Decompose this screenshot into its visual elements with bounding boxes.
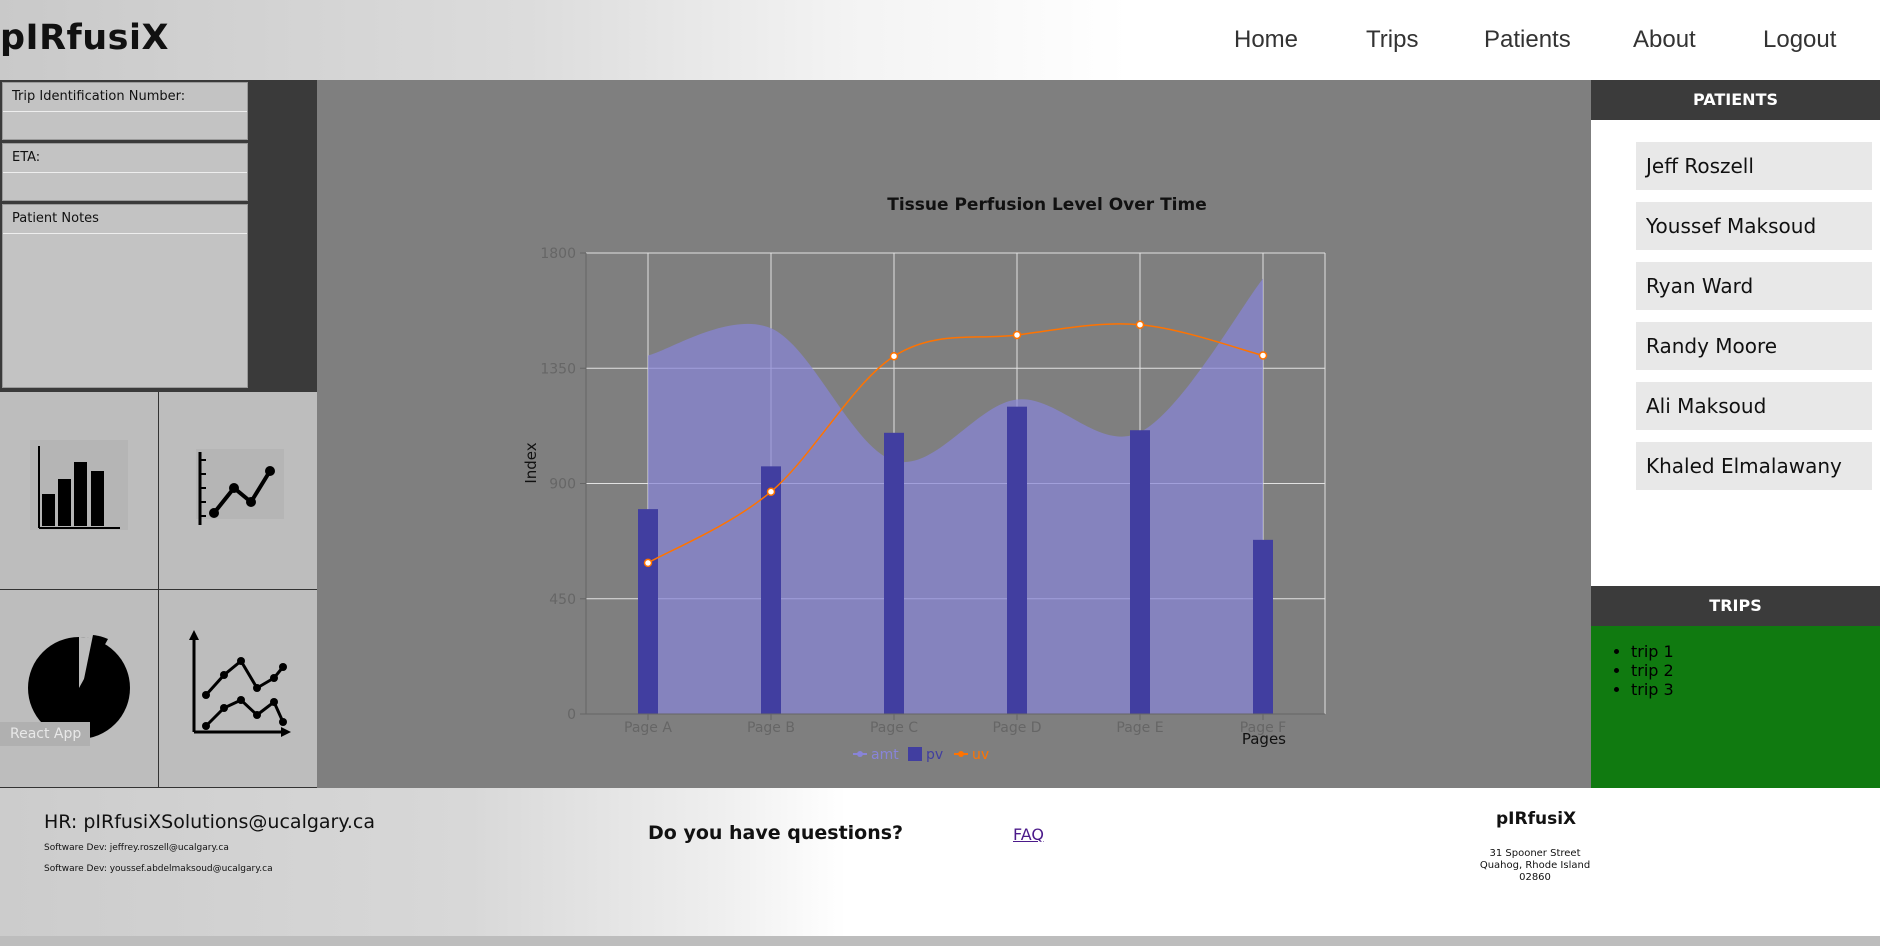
x-tick-label: Page A xyxy=(624,720,672,736)
footer-address-line-1: 31 Spooner Street xyxy=(1489,848,1581,859)
chart-legend: amt pv uv xyxy=(853,747,989,763)
footer-brand: pIRfusiX xyxy=(1496,809,1577,829)
right-sidebar: PATIENTS Jeff Roszell Youssef Maksoud Ry… xyxy=(1591,80,1880,788)
legend-marker-uv xyxy=(958,751,964,757)
bar-pv-2 xyxy=(761,466,781,714)
eta-input-line xyxy=(3,172,247,173)
line-chart-option[interactable] xyxy=(159,392,318,590)
trip-info-form: Trip Identification Number: ETA: Patient… xyxy=(0,80,317,392)
nav-patients-link[interactable]: Patients xyxy=(1484,26,1571,54)
eta-field[interactable]: ETA: xyxy=(2,143,248,201)
x-tick-label: Page C xyxy=(870,720,918,736)
legend-swatch-pv xyxy=(908,747,922,761)
react-app-tooltip: React App xyxy=(0,722,90,746)
y-tick-label: 1350 xyxy=(540,361,576,377)
nav-home-link[interactable]: Home xyxy=(1234,26,1298,54)
bar-chart-option[interactable] xyxy=(0,392,159,590)
patient-item-4[interactable]: Randy Moore xyxy=(1636,322,1872,370)
pie-chart-option[interactable] xyxy=(0,590,159,788)
pie-chart-icon xyxy=(28,635,130,739)
bar-pv-6 xyxy=(1253,539,1273,714)
series-amt-area-layer xyxy=(648,278,1263,714)
x-axis-label: Pages xyxy=(1242,730,1286,748)
legend-label-pv: pv xyxy=(926,747,943,763)
trip-id-input-line xyxy=(3,111,247,112)
trip-id-label: Trip Identification Number: xyxy=(12,89,186,104)
footer-address: 31 Spooner Street Quahog, Rhode Island 0… xyxy=(1470,848,1600,884)
footer-questions-heading: Do you have questions? xyxy=(648,822,904,844)
point-uv-2 xyxy=(766,487,776,496)
top-navigation-bar: pIRfusiX Home Trips Patients About Logou… xyxy=(0,0,1880,80)
patient-notes-field[interactable]: Patient Notes xyxy=(2,204,248,388)
nav-trips-link[interactable]: Trips xyxy=(1366,26,1418,54)
patient-item-1[interactable]: Jeff Roszell xyxy=(1636,142,1872,190)
y-tick-label: 1800 xyxy=(540,246,576,262)
footer-dev-contact-2: Software Dev: youssef.abdelmaksoud@ucalg… xyxy=(44,864,273,874)
patient-item-5[interactable]: Ali Maksoud xyxy=(1636,382,1872,430)
x-tick-label: Page B xyxy=(747,720,795,736)
series-amt-area xyxy=(648,278,1263,714)
footer-hr-contact: HR: pIRfusiXSolutions@ucalgary.ca xyxy=(44,811,376,833)
nav-about-link[interactable]: About xyxy=(1633,26,1696,54)
point-uv-3 xyxy=(889,351,899,361)
trips-panel-title: TRIPS xyxy=(1591,586,1880,626)
multi-line-chart-option[interactable] xyxy=(159,590,318,788)
trip-item-1[interactable]: trip 1 xyxy=(1631,642,1674,661)
patient-notes-label: Patient Notes xyxy=(12,211,99,226)
bottom-edge-strip xyxy=(0,936,1880,946)
legend-marker-amt xyxy=(857,751,863,757)
patient-item-3[interactable]: Ryan Ward xyxy=(1636,262,1872,310)
y-axis-label: Index xyxy=(522,442,540,483)
bar-pv-3 xyxy=(884,432,904,714)
chart-area: Tissue Perfusion Level Over Time 0 450 900… xyxy=(317,80,1591,788)
point-uv-4 xyxy=(1012,330,1022,340)
trip-item-2[interactable]: trip 2 xyxy=(1631,661,1674,680)
eta-label: ETA: xyxy=(12,150,41,165)
bar-pv-4 xyxy=(1007,406,1027,714)
trips-panel: trip 1 trip 2 trip 3 xyxy=(1591,626,1880,788)
multi-line-chart-icon xyxy=(189,630,291,737)
footer-address-line-3: 02860 xyxy=(1519,872,1551,883)
footer-faq-link[interactable]: FAQ xyxy=(1013,825,1044,844)
footer-address-line-2: Quahog, Rhode Island xyxy=(1479,860,1591,871)
x-tick-label: Page E xyxy=(1116,720,1163,736)
x-tick-label: Page D xyxy=(992,720,1041,736)
patient-item-2[interactable]: Youssef Maksoud xyxy=(1636,202,1872,250)
patient-item-6[interactable]: Khaled Elmalawany xyxy=(1636,442,1872,490)
bar-pv-1 xyxy=(638,509,658,714)
bar-pv-5 xyxy=(1130,430,1150,714)
point-uv-1 xyxy=(643,558,653,568)
line-chart-icon xyxy=(196,449,284,525)
chart-title: Tissue Perfusion Level Over Time xyxy=(887,195,1206,215)
patient-notes-input-line xyxy=(3,233,247,234)
patients-panel-title: PATIENTS xyxy=(1591,80,1880,120)
point-uv-6 xyxy=(1258,351,1268,360)
legend-label-amt: amt xyxy=(871,747,899,763)
nav-logout-link[interactable]: Logout xyxy=(1763,26,1836,54)
trip-id-field[interactable]: Trip Identification Number: xyxy=(2,82,248,140)
y-tick-label: 450 xyxy=(549,592,576,608)
y-tick-label: 900 xyxy=(549,477,576,493)
footer: HR: pIRfusiXSolutions@ucalgary.ca Softwa… xyxy=(0,788,1880,946)
brand-logo-text: pIRfusiX xyxy=(0,18,169,58)
legend-label-uv: uv xyxy=(972,747,989,763)
trips-list: trip 1 trip 2 trip 3 xyxy=(1591,642,1674,699)
trip-item-3[interactable]: trip 3 xyxy=(1631,680,1674,699)
perfusion-chart: Tissue Perfusion Level Over Time 0 450 900… xyxy=(522,195,1326,763)
y-tick-label: 0 xyxy=(567,707,576,723)
footer-dev-contact-1: Software Dev: jeffrey.roszell@ucalgary.c… xyxy=(44,843,229,853)
point-uv-5 xyxy=(1135,320,1145,329)
bar-chart-icon xyxy=(30,440,128,530)
